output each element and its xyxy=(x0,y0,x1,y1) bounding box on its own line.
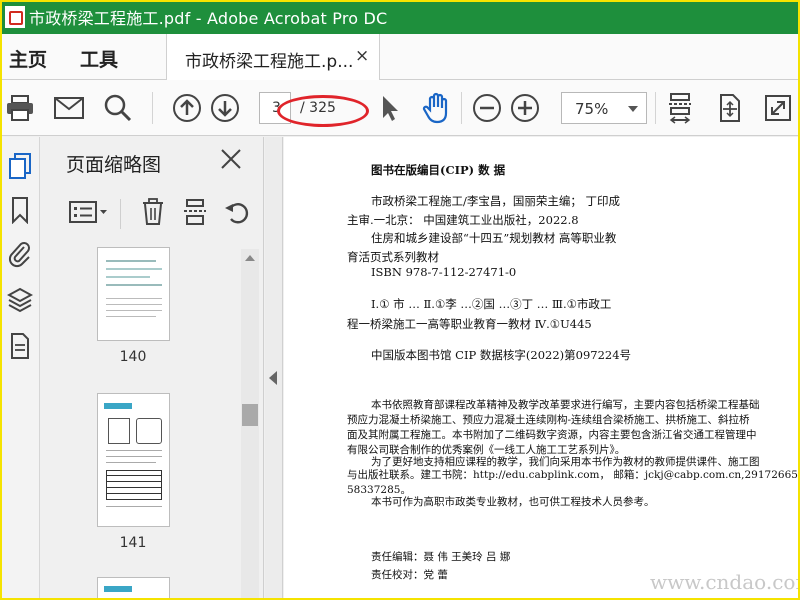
doc-line: 本书依照教育部课程改革精神及教学改革要求进行编写，主要内容包括桥梁工程基础 xyxy=(371,399,760,411)
doc-line: Ⅰ.① 市 … Ⅱ.①李 …②国 …③丁 … Ⅲ.①市政工 xyxy=(371,297,612,311)
thumbnail-label: 141 xyxy=(119,535,147,551)
acrobat-logo-icon xyxy=(5,6,25,28)
doc-line: 预应力混凝土桥梁施工、预应力混凝土连续刚构-连续组合梁桥施工、拱桥施工、斜拉桥 xyxy=(347,414,750,426)
bookmark-icon[interactable] xyxy=(6,195,34,225)
next-page-icon[interactable] xyxy=(209,92,241,124)
doc-line: 图书在版编目(CIP) 数 据 xyxy=(371,163,506,177)
document-view[interactable]: 图书在版编目(CIP) 数 据 市政桥梁工程施工/李宝昌，国丽荣主编； 丁印成 … xyxy=(284,137,800,600)
thumbnails-list: 140 141 xyxy=(41,247,264,600)
attachment-icon[interactable] xyxy=(6,239,34,269)
doc-line: 市政桥梁工程施工/李宝昌，国丽荣主编； 丁印成 xyxy=(371,194,621,208)
panel-splitter[interactable] xyxy=(265,137,283,600)
document-page: 图书在版编目(CIP) 数 据 市政桥梁工程施工/李宝昌，国丽荣主编； 丁印成 … xyxy=(284,137,800,600)
fit-page-icon[interactable] xyxy=(664,92,696,124)
watermark: www.cndao.com xyxy=(650,570,800,594)
hand-tool-icon[interactable] xyxy=(421,92,453,124)
rotate-page-icon[interactable] xyxy=(223,197,251,227)
thumbnail-page-141[interactable] xyxy=(97,393,170,527)
thumbnails-scrollbar[interactable] xyxy=(241,249,259,600)
delete-page-icon[interactable] xyxy=(139,197,167,227)
doc-line: 面及其附属工程施工。本书附加了二维码数字资源，内容主要包含浙江省交通工程管理中 xyxy=(347,429,757,441)
chevron-down-icon xyxy=(628,106,638,112)
menu-tools[interactable]: 工具 xyxy=(80,45,118,72)
doc-line: 与出版社联系。建工书院：http://edu.cabplink.com， 邮箱：… xyxy=(347,469,800,481)
main-toolbar: 3 / 325 75% xyxy=(0,80,800,136)
zoom-select[interactable]: 75% xyxy=(561,92,647,124)
menu-home[interactable]: 主页 xyxy=(9,45,47,72)
mail-icon[interactable] xyxy=(53,92,85,124)
page-thumbnails-icon[interactable] xyxy=(6,151,34,181)
tab-close-icon[interactable]: × xyxy=(355,46,369,66)
zoom-value: 75% xyxy=(575,100,609,118)
zoom-in-icon[interactable] xyxy=(509,92,541,124)
zoom-out-icon[interactable] xyxy=(471,92,503,124)
thumbnail-options-icon[interactable] xyxy=(69,197,109,227)
menu-bar: 主页 工具 市政桥梁工程施工.p... × xyxy=(0,34,800,80)
search-icon[interactable] xyxy=(102,92,134,124)
navigation-rail xyxy=(0,137,40,600)
thumbnail-label: 140 xyxy=(119,349,147,365)
print-icon[interactable] xyxy=(4,92,36,124)
thumbnail-page-140[interactable] xyxy=(97,247,170,341)
scroll-mode-icon[interactable] xyxy=(713,92,745,124)
prev-page-icon[interactable] xyxy=(171,92,203,124)
doc-line: 中国版本图书馆 CIP 数据核字(2022)第097224号 xyxy=(371,348,632,362)
document-tab-label: 市政桥梁工程施工.p... xyxy=(185,52,354,72)
thumbnail-page-next[interactable] xyxy=(97,577,170,600)
doc-line: 程一桥梁施工一高等职业教育一教材 Ⅳ.①U445 xyxy=(347,317,592,331)
doc-line: 住房和城乡建设部“十四五”规划教材 高等职业教 xyxy=(371,231,617,245)
doc-line: 责任校对：党 蕾 xyxy=(371,569,448,581)
document-tab[interactable]: 市政桥梁工程施工.p... × xyxy=(166,34,380,80)
window-title: 市政桥梁工程施工.pdf - Adobe Acrobat Pro DC xyxy=(29,9,388,28)
annotation-ellipse xyxy=(277,95,369,127)
collapse-arrow-icon[interactable] xyxy=(269,371,277,385)
doc-line: 育活页式系列教材 xyxy=(347,250,439,264)
document-icon[interactable] xyxy=(6,331,34,361)
extract-pages-icon[interactable] xyxy=(181,197,209,227)
title-bar: 市政桥梁工程施工.pdf - Adobe Acrobat Pro DC xyxy=(0,0,800,34)
doc-line: 主审.一北京： 中国建筑工业出版社，2022.8 xyxy=(347,213,579,227)
layers-icon[interactable] xyxy=(6,285,34,315)
scrollbar-thumb[interactable] xyxy=(242,404,258,426)
scroll-up-icon[interactable] xyxy=(245,255,255,261)
doc-line: 本书可作为高职市政类专业教材，也可供工程技术人员参考。 xyxy=(371,496,655,508)
doc-line: ISBN 978-7-112-27471-0 xyxy=(371,265,517,279)
panel-title: 页面缩略图 xyxy=(66,154,162,176)
fullscreen-icon[interactable] xyxy=(762,92,794,124)
select-cursor-icon[interactable] xyxy=(374,92,406,124)
doc-line: 责任编辑：聂 伟 王美玲 吕 娜 xyxy=(371,551,511,563)
thumbnails-panel: 页面缩略图 140 141 xyxy=(41,137,264,600)
panel-close-icon[interactable] xyxy=(219,147,243,171)
